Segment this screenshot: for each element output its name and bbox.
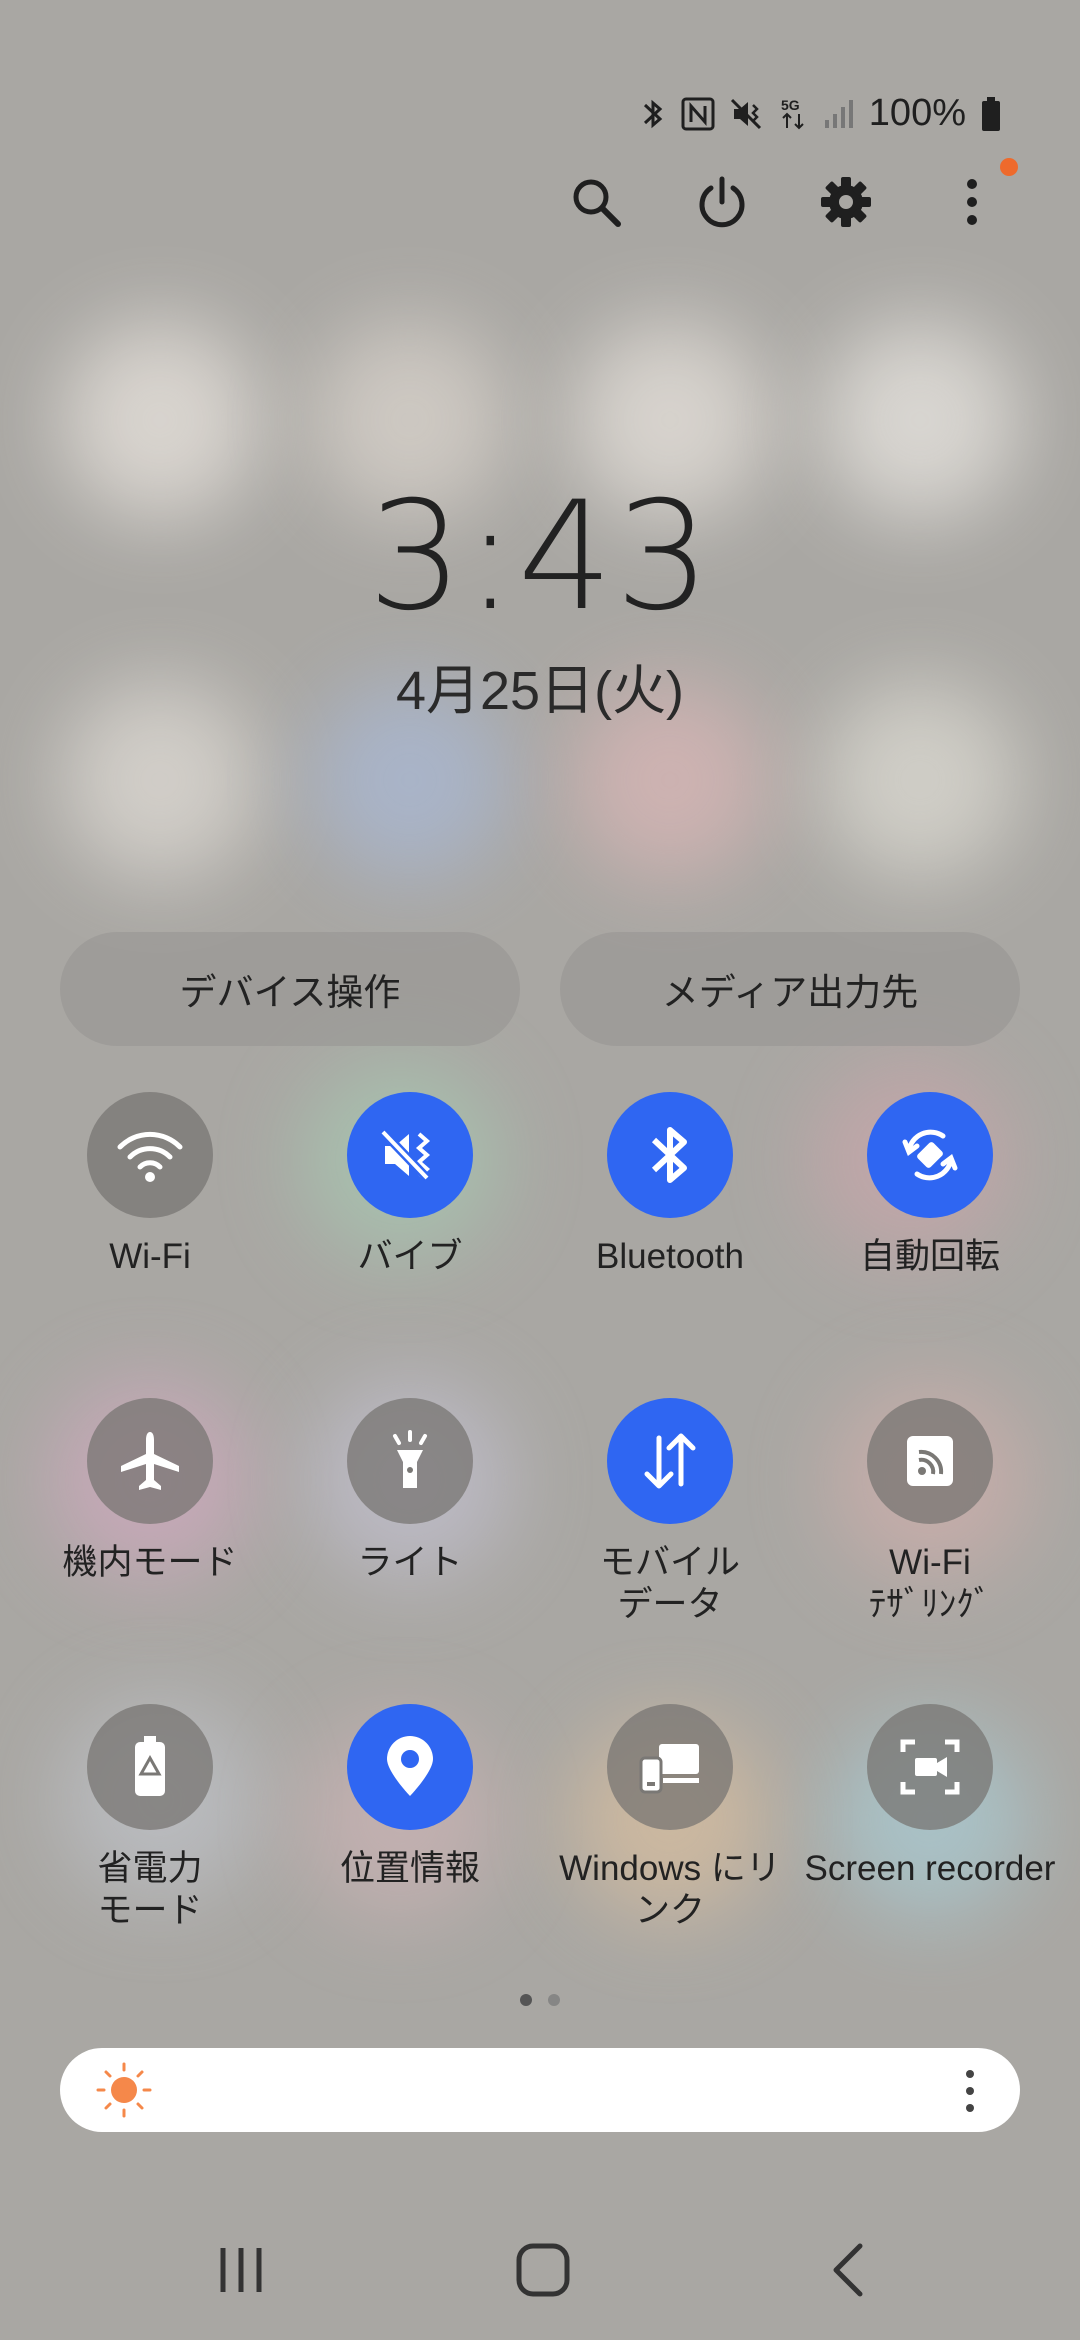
clock-date: 4月25日(火) <box>395 661 685 721</box>
tile-label: Bluetooth <box>596 1237 744 1276</box>
vibrate-icon[interactable] <box>347 1092 473 1218</box>
tile-wifi-hotspot[interactable]: Wi-Fi ﾃｻﾞﾘﾝｸﾞ <box>800 1398 1060 1626</box>
back-icon[interactable] <box>804 2230 894 2310</box>
nfc-icon <box>681 97 715 131</box>
tile-link-to-windows[interactable]: Windows にリ ンク <box>540 1704 800 1932</box>
page-indicator <box>520 1994 560 2006</box>
tile-label: Windows にリ ンク <box>559 1849 781 1930</box>
auto-rotate-icon[interactable] <box>867 1092 993 1218</box>
media-output-button[interactable]: メディア出力先 <box>560 932 1020 1046</box>
home-icon[interactable] <box>498 2230 588 2310</box>
battery-saver-icon[interactable] <box>87 1704 213 1830</box>
location-icon[interactable] <box>347 1704 473 1830</box>
vibrate-icon <box>729 96 765 132</box>
mobile-data-icon[interactable] <box>607 1398 733 1524</box>
bluetooth-icon <box>639 96 667 132</box>
tile-label: Screen recorder <box>804 1849 1056 1888</box>
status-bar: 5G 100% <box>639 92 1002 135</box>
page-dot-active <box>520 1994 532 2006</box>
tile-label: Wi-Fi <box>109 1237 191 1276</box>
tile-wifi[interactable]: Wi-Fi <box>20 1092 280 1278</box>
tile-label: 機内モード <box>62 1543 238 1582</box>
tile-label: 自動回転 <box>859 1237 1000 1276</box>
settings-icon[interactable] <box>810 162 882 242</box>
tile-vibrate[interactable]: バイブ <box>280 1092 540 1278</box>
tile-mobile-data[interactable]: モバイル データ <box>540 1398 800 1626</box>
flashlight-icon[interactable] <box>347 1398 473 1524</box>
airplane-icon[interactable] <box>87 1398 213 1524</box>
more-icon[interactable] <box>964 2068 976 2119</box>
search-icon[interactable] <box>560 162 632 242</box>
bluetooth-icon[interactable] <box>607 1092 733 1218</box>
tile-battery-saver[interactable]: 省電力 モード <box>20 1704 280 1932</box>
device-control-button[interactable]: デバイス操作 <box>60 932 520 1046</box>
battery-icon <box>980 96 1002 132</box>
tile-flashlight[interactable]: ライト <box>280 1398 540 1584</box>
tile-label: 省電力 モード <box>97 1849 203 1930</box>
tile-airplane[interactable]: 機内モード <box>20 1398 280 1584</box>
tile-auto-rotate[interactable]: 自動回転 <box>800 1092 1060 1278</box>
tile-label: ライト <box>357 1543 463 1582</box>
more-icon[interactable] <box>936 162 1008 242</box>
link-to-windows-icon[interactable] <box>607 1704 733 1830</box>
tile-label: Wi-Fi ﾃｻﾞﾘﾝｸﾞ <box>868 1543 992 1624</box>
power-icon[interactable] <box>686 162 758 242</box>
battery-percentage: 100% <box>868 92 966 134</box>
notification-dot <box>1000 158 1018 176</box>
wifi-icon[interactable] <box>87 1092 213 1218</box>
recents-icon[interactable] <box>196 2230 286 2310</box>
tile-label: バイブ <box>357 1237 463 1276</box>
brightness-slider[interactable] <box>60 2048 1020 2132</box>
clock-time: 3:43 <box>367 470 713 644</box>
svg-text:5G: 5G <box>781 97 800 113</box>
page-dot <box>548 1994 560 2006</box>
tile-label: 位置情報 <box>339 1849 480 1888</box>
5g-icon: 5G <box>779 96 809 132</box>
tile-bluetooth[interactable]: Bluetooth <box>540 1092 800 1278</box>
signal-icon <box>823 98 855 130</box>
hotspot-icon[interactable] <box>867 1398 993 1524</box>
top-actions <box>560 162 1020 242</box>
navigation-bar <box>0 2230 1080 2310</box>
tile-location[interactable]: 位置情報 <box>280 1704 540 1890</box>
screen-recorder-icon[interactable] <box>867 1704 993 1830</box>
tile-label: モバイル データ <box>599 1543 740 1624</box>
tile-screen-recorder[interactable]: Screen recorder <box>800 1704 1060 1890</box>
sun-icon <box>88 2062 160 2123</box>
